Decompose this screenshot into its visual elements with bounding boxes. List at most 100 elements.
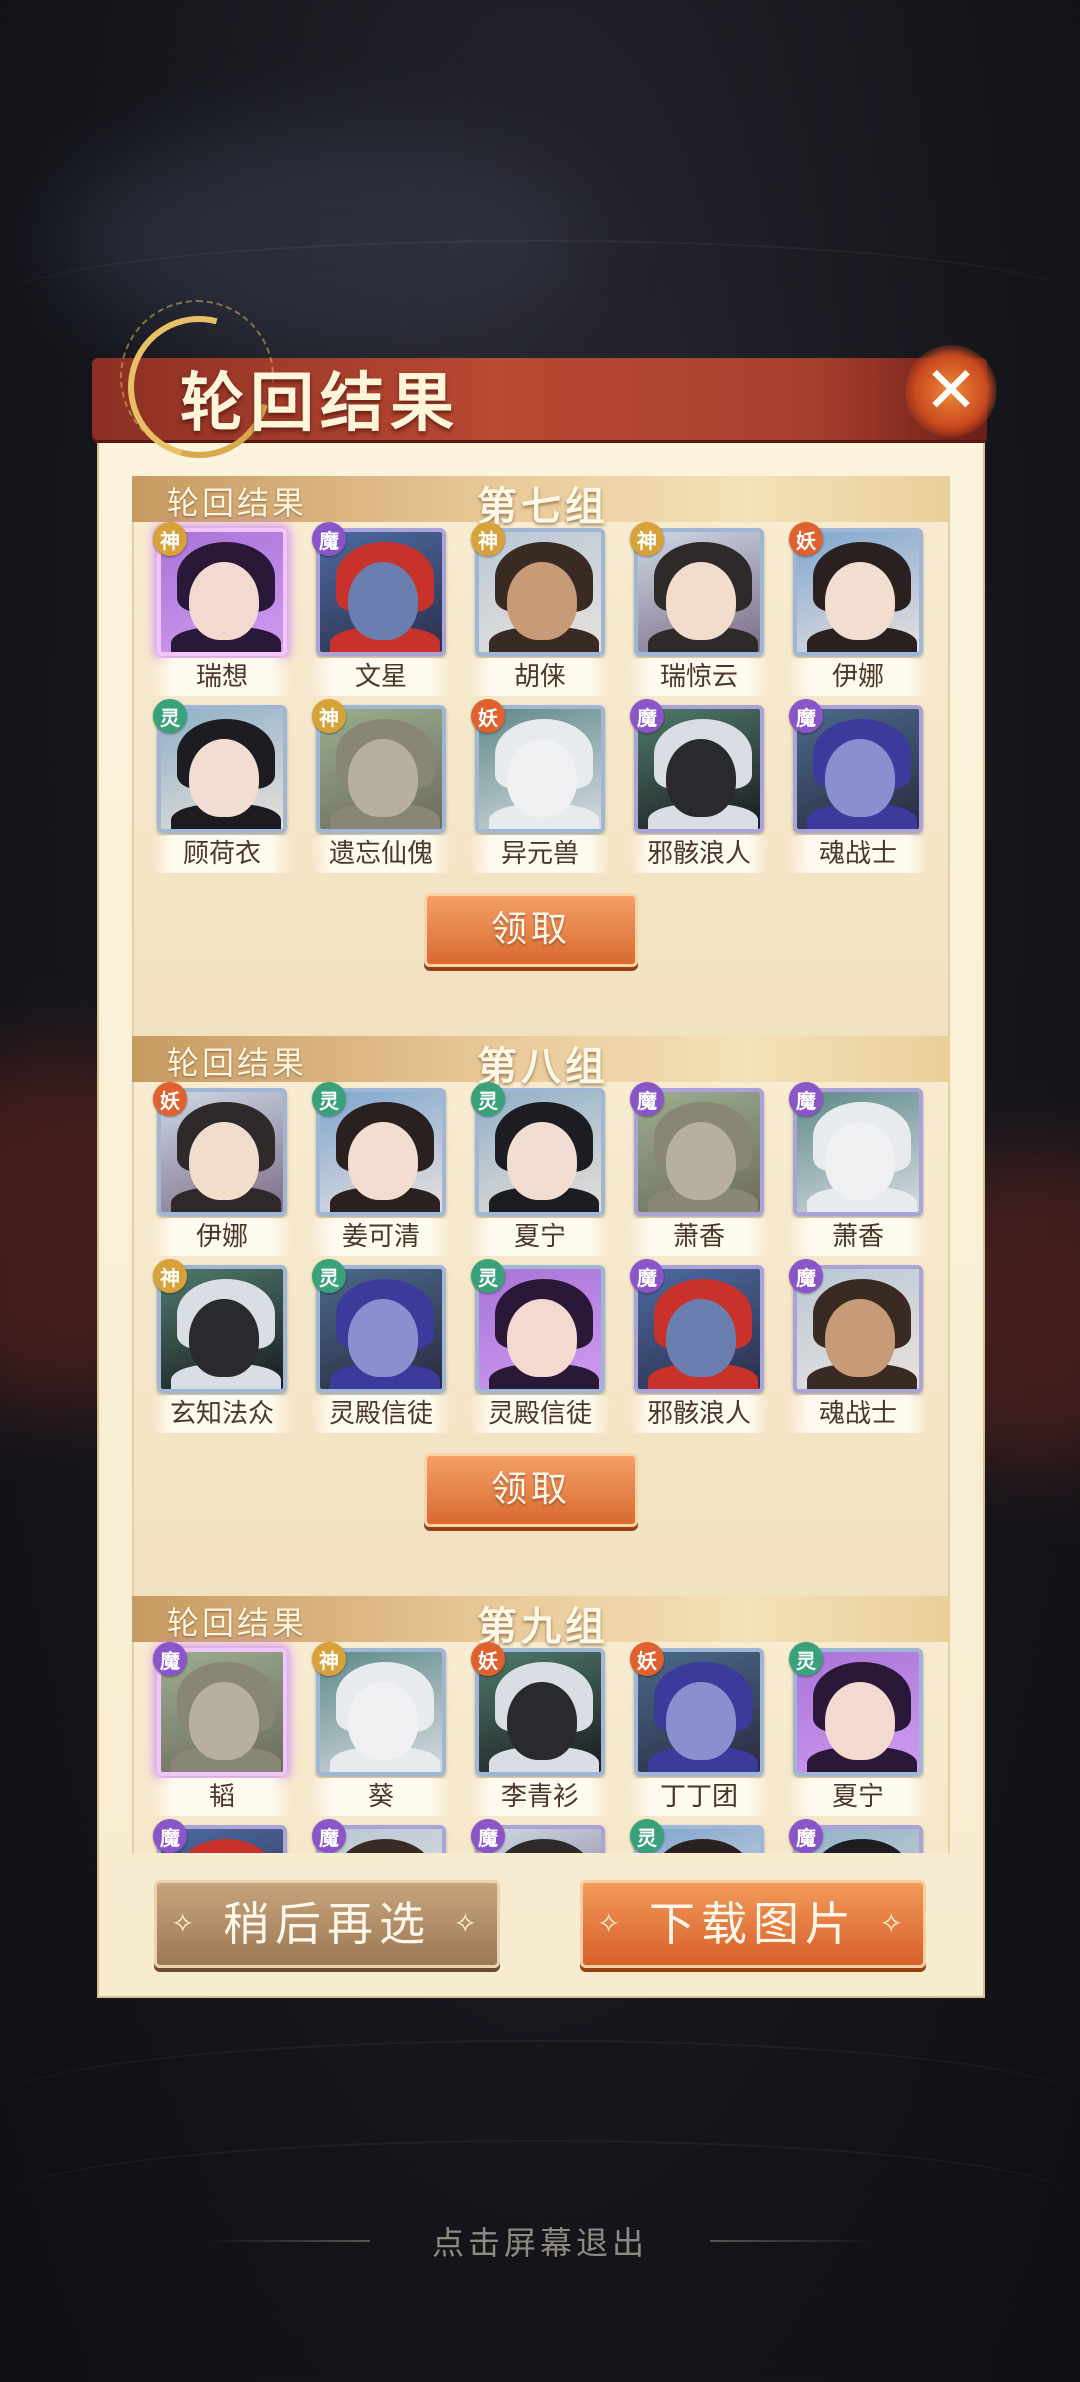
portrait-face [825, 739, 895, 817]
faction-badge-icon: 妖 [471, 699, 505, 733]
dialog-title: 轮回结果 [180, 366, 460, 441]
results-scroll-area[interactable]: 轮回结果 第七组神瑞想魔文星神胡俫神瑞惊云妖伊娜灵顾荷衣神遗忘仙傀妖异元兽魔邪骸浪… [127, 468, 957, 1853]
group-title: 第七组 [477, 483, 609, 530]
hero-name: 瑞惊云 [629, 658, 769, 696]
group-subtitle: 轮回结果 [167, 1044, 308, 1082]
faction-badge-icon: 灵 [789, 1642, 823, 1676]
faction-badge-icon: 灵 [312, 1259, 346, 1293]
faction-badge-icon: 魔 [630, 699, 664, 733]
hero-name: 夏宁 [788, 1778, 928, 1816]
faction-badge-icon: 神 [312, 1642, 346, 1676]
portrait-face [666, 1682, 736, 1760]
portrait-face [666, 562, 736, 640]
group-title: 第八组 [477, 1043, 609, 1090]
hero-name: 胡俫 [470, 658, 610, 696]
portrait-face [348, 1122, 418, 1200]
portrait-face [507, 739, 577, 817]
faction-badge-icon: 神 [312, 699, 346, 733]
portrait-face [507, 1122, 577, 1200]
group-title: 第九组 [477, 1603, 609, 1650]
faction-badge-icon: 魔 [153, 1819, 187, 1853]
hero-name: 魂战士 [788, 1395, 928, 1433]
hero-name: 玄知法众 [152, 1395, 292, 1433]
faction-badge-icon: 魔 [630, 1082, 664, 1116]
group-header: 轮回结果 第八组 [132, 1036, 950, 1090]
group-subtitle: 轮回结果 [167, 484, 308, 522]
hero-name: 萧香 [629, 1218, 769, 1256]
portrait-face [666, 739, 736, 817]
faction-badge-icon: 魔 [789, 1259, 823, 1293]
group-subtitle: 轮回结果 [167, 1604, 308, 1642]
close-icon: ✕ [924, 354, 978, 428]
faction-badge-icon: 魔 [153, 1642, 187, 1676]
diamond-icon: ✧ [879, 1907, 909, 1940]
portrait-face [348, 1299, 418, 1377]
faction-badge-icon: 灵 [471, 1259, 505, 1293]
faction-badge-icon: 灵 [312, 1082, 346, 1116]
hero-name: 顾荷衣 [152, 835, 292, 873]
group-header: 轮回结果 第九组 [132, 1596, 950, 1650]
faction-badge-icon: 魔 [471, 1819, 505, 1853]
close-button[interactable]: ✕ [905, 345, 997, 437]
hero-name: 邪骸浪人 [629, 835, 769, 873]
hero-name: 灵殿信徒 [311, 1395, 451, 1433]
hero-name: 瑞想 [152, 658, 292, 696]
faction-badge-icon: 魔 [789, 699, 823, 733]
faction-badge-icon: 妖 [630, 1642, 664, 1676]
portrait-face [825, 1682, 895, 1760]
portrait-face [189, 562, 259, 640]
hero-name: 异元兽 [470, 835, 610, 873]
portrait-face [189, 739, 259, 817]
portrait-face [348, 1682, 418, 1760]
portrait-face [507, 562, 577, 640]
faction-badge-icon: 妖 [789, 522, 823, 556]
faction-badge-icon: 魔 [789, 1082, 823, 1116]
faction-badge-icon: 魔 [312, 522, 346, 556]
claim-button[interactable]: 领取 [424, 1453, 638, 1527]
group-header: 轮回结果 第七组 [132, 476, 950, 530]
faction-badge-icon: 魔 [630, 1259, 664, 1293]
hero-name: 李青衫 [470, 1778, 610, 1816]
hero-name: 韬 [152, 1778, 292, 1816]
hero-name: 丁丁团 [629, 1778, 769, 1816]
faction-badge-icon: 灵 [471, 1082, 505, 1116]
hero-name: 文星 [311, 658, 451, 696]
hero-name: 夏宁 [470, 1218, 610, 1256]
hero-name: 魂战士 [788, 835, 928, 873]
hero-name: 伊娜 [152, 1218, 292, 1256]
portrait-face [825, 1122, 895, 1200]
portrait-face [825, 1299, 895, 1377]
hero-name: 葵 [311, 1778, 451, 1816]
portrait-face [666, 1299, 736, 1377]
faction-badge-icon: 神 [153, 1259, 187, 1293]
download-image-button[interactable]: ✧ 下载图片 ✧ [580, 1880, 926, 1968]
portrait-face [189, 1122, 259, 1200]
portrait-face [666, 1122, 736, 1200]
diamond-icon: ✧ [453, 1907, 483, 1940]
portrait-face [507, 1682, 577, 1760]
diamond-icon: ✧ [597, 1907, 627, 1940]
hero-name: 萧香 [788, 1218, 928, 1256]
exit-hint[interactable]: 点击屏幕退出 [0, 2218, 1080, 2264]
diamond-icon: ✧ [171, 1907, 201, 1940]
faction-badge-icon: 魔 [312, 1819, 346, 1853]
hero-name: 伊娜 [788, 658, 928, 696]
hero-name: 姜可清 [311, 1218, 451, 1256]
faction-badge-icon: 灵 [630, 1819, 664, 1853]
hero-name: 遗忘仙傀 [311, 835, 451, 873]
claim-button[interactable]: 领取 [424, 893, 638, 967]
portrait-face [825, 562, 895, 640]
portrait-face [348, 739, 418, 817]
choose-later-button[interactable]: ✧ 稍后再选 ✧ [154, 1880, 500, 1968]
choose-later-label: 稍后再选 [223, 1897, 431, 1951]
faction-badge-icon: 神 [153, 522, 187, 556]
faction-badge-icon: 神 [630, 522, 664, 556]
faction-badge-icon: 灵 [153, 699, 187, 733]
portrait-face [189, 1682, 259, 1760]
hero-name: 灵殿信徒 [470, 1395, 610, 1433]
portrait-face [507, 1299, 577, 1377]
portrait-face [189, 1299, 259, 1377]
download-image-label: 下载图片 [649, 1897, 857, 1951]
faction-badge-icon: 魔 [789, 1819, 823, 1853]
faction-badge-icon: 妖 [471, 1642, 505, 1676]
